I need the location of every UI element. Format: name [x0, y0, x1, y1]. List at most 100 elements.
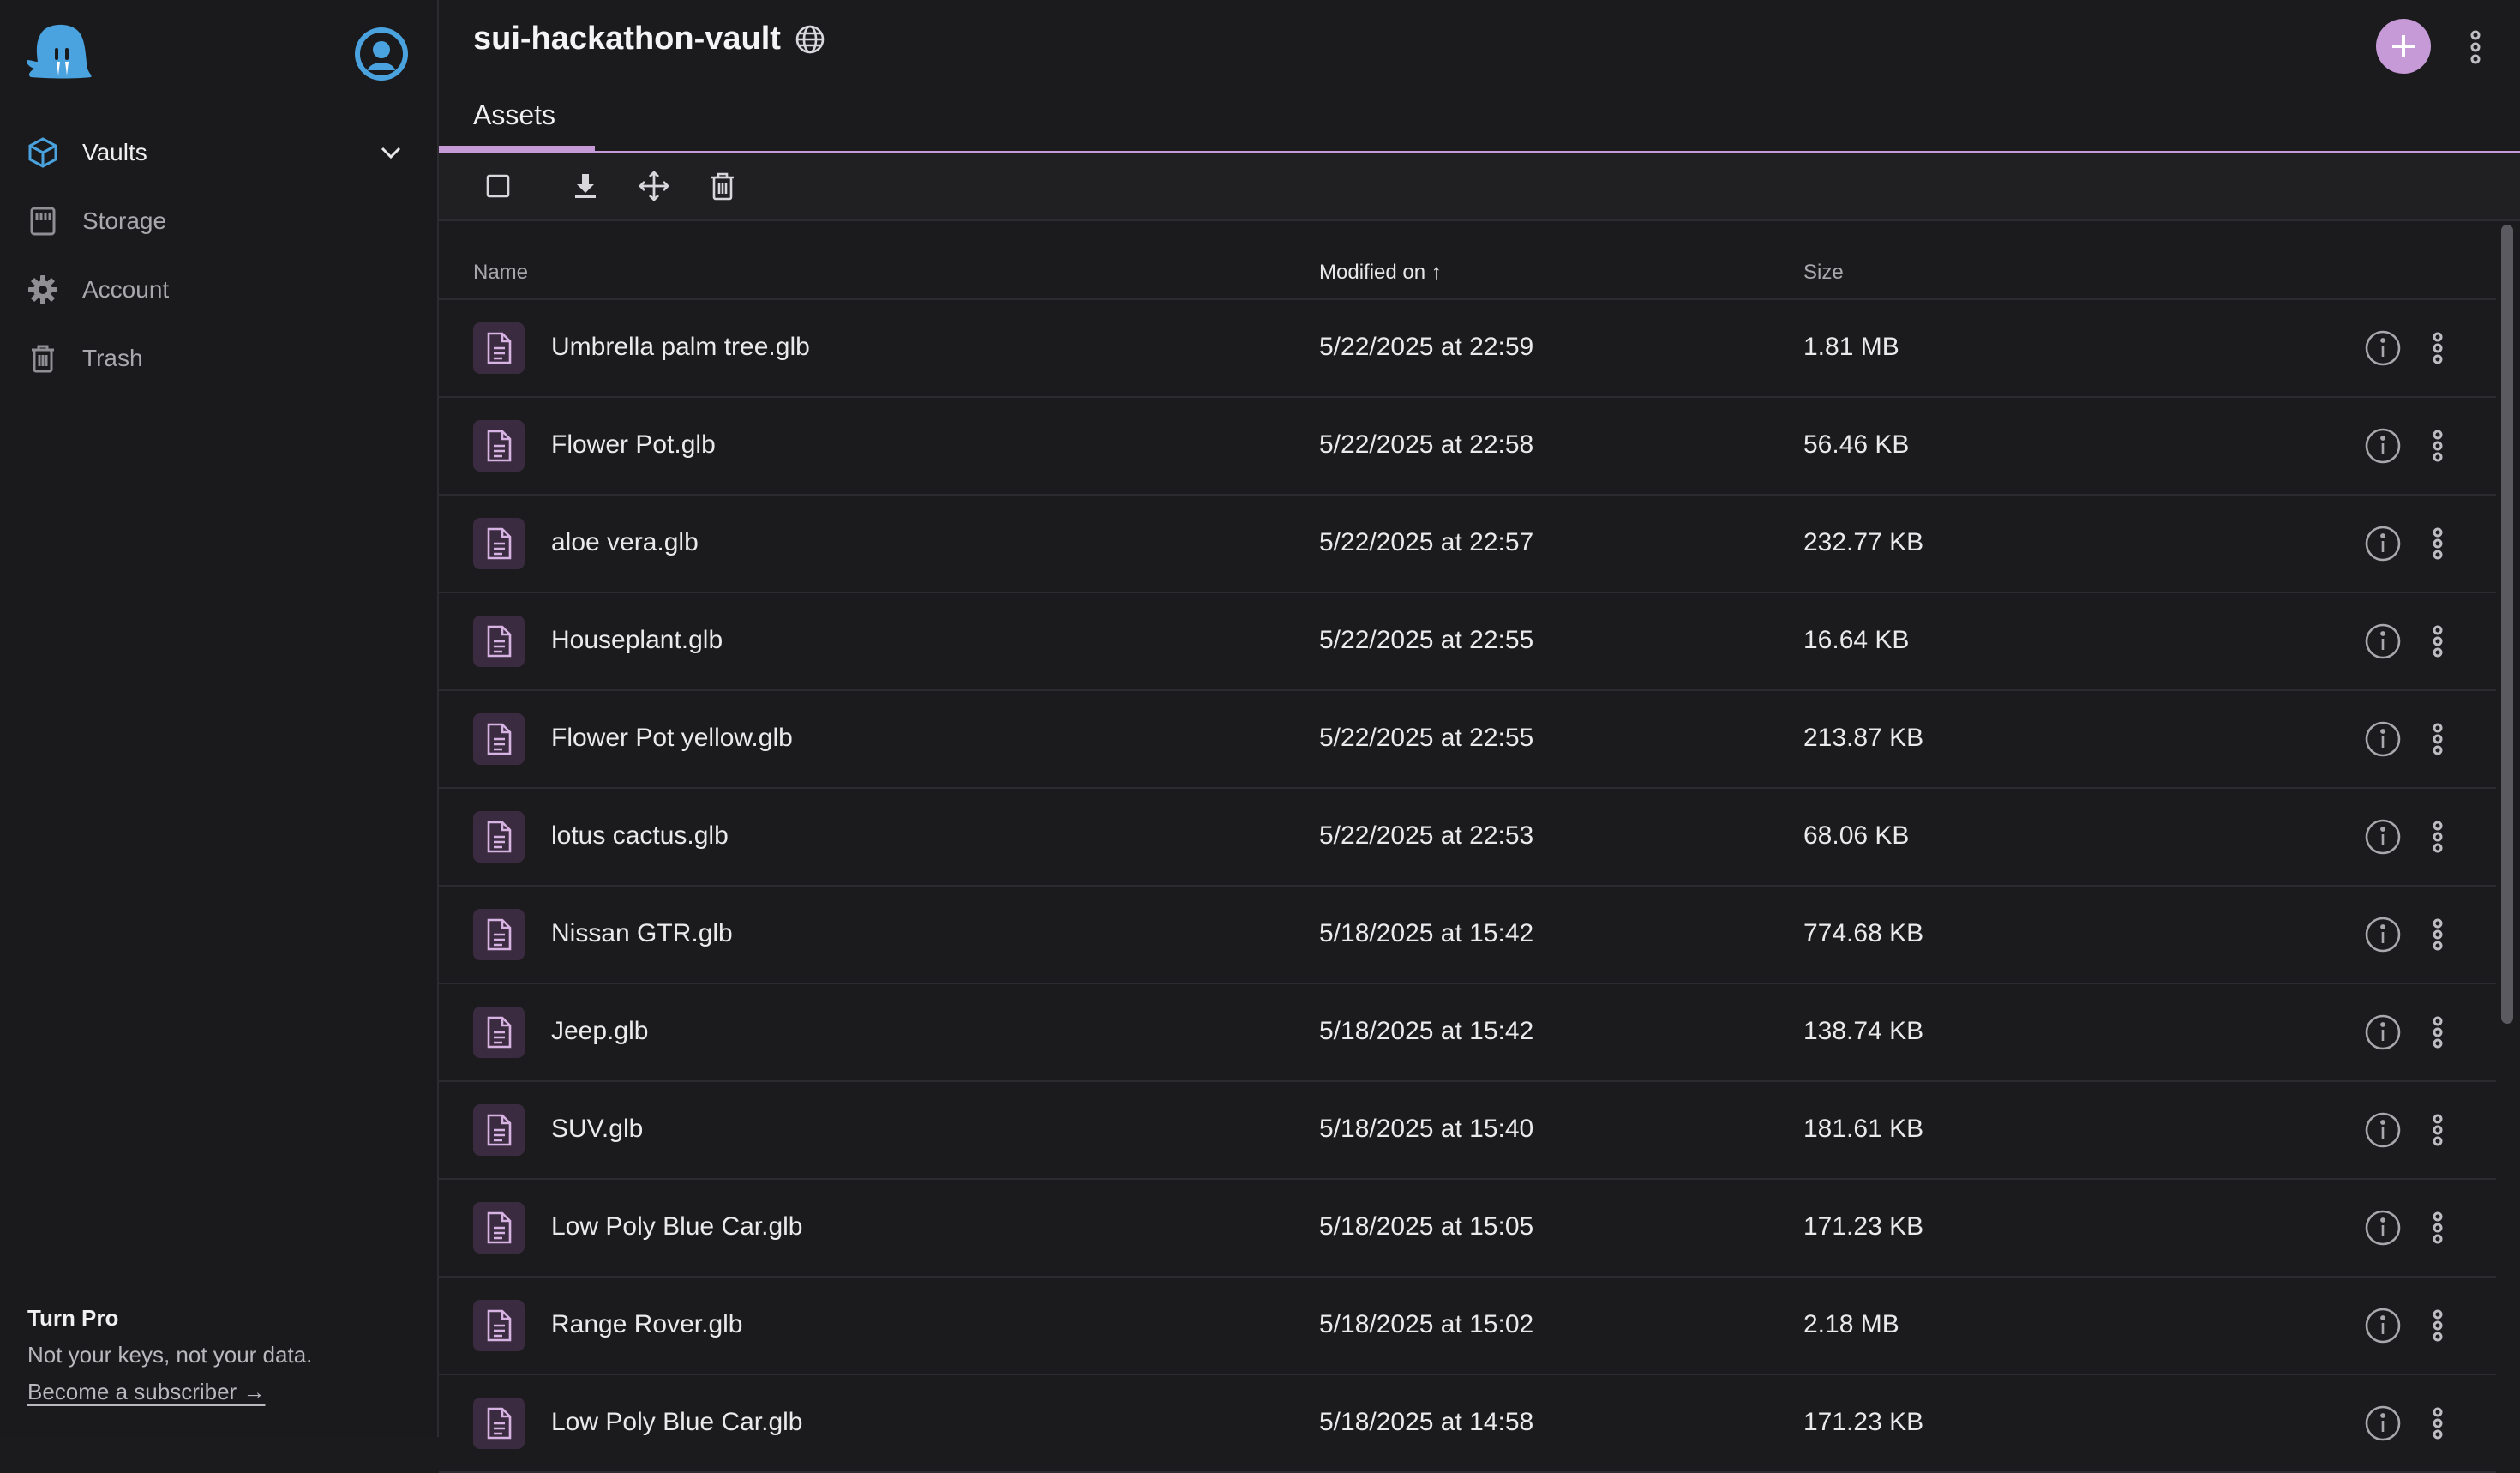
move-icon[interactable]: [638, 170, 670, 202]
file-modified: 5/18/2025 at 15:40: [1319, 1115, 1534, 1143]
info-icon[interactable]: [2364, 1307, 2402, 1344]
row-more-icon[interactable]: [2426, 1404, 2450, 1442]
table-row[interactable]: Nissan GTR.glb 5/18/2025 at 15:42 774.68…: [439, 887, 2496, 984]
info-icon[interactable]: [2364, 1404, 2402, 1442]
file-name[interactable]: Umbrella palm tree.glb: [551, 333, 810, 362]
scrollbar[interactable]: [2501, 225, 2513, 1024]
file-name[interactable]: Range Rover.glb: [551, 1310, 742, 1339]
column-modified-header[interactable]: Modified on ↑: [1319, 261, 1442, 285]
sidebar-item-vaults[interactable]: Vaults: [0, 118, 437, 187]
file-name[interactable]: Flower Pot yellow.glb: [551, 724, 793, 753]
avatar-icon[interactable]: [353, 26, 410, 82]
file-name[interactable]: Low Poly Blue Car.glb: [551, 1212, 803, 1242]
file-size: 56.46 KB: [1803, 430, 1910, 459]
table-header: Name Modified on ↑ Size: [439, 249, 2496, 300]
info-icon[interactable]: [2364, 720, 2402, 758]
subscribe-link[interactable]: Become a subscriber →: [27, 1379, 312, 1405]
info-icon[interactable]: [2364, 1209, 2402, 1247]
gear-icon: [26, 273, 60, 307]
vault-header: sui-hackathon-vault: [473, 21, 825, 57]
info-icon[interactable]: [2364, 427, 2402, 465]
file-modified: 5/18/2025 at 15:02: [1319, 1310, 1534, 1338]
walrus-logo-icon[interactable]: [26, 24, 93, 81]
file-name[interactable]: Low Poly Blue Car.glb: [551, 1408, 803, 1437]
active-tab-indicator: [439, 146, 595, 151]
row-more-icon[interactable]: [2426, 622, 2450, 660]
tab-bar: Assets: [439, 93, 2520, 153]
more-options-icon[interactable]: [2458, 26, 2493, 69]
table-row[interactable]: SUV.glb 5/18/2025 at 15:40 181.61 KB: [439, 1082, 2496, 1180]
row-more-icon[interactable]: [2426, 1013, 2450, 1051]
info-icon[interactable]: [2364, 525, 2402, 562]
row-more-icon[interactable]: [2426, 818, 2450, 856]
file-name[interactable]: lotus cactus.glb: [551, 821, 729, 851]
promo-text: Not your keys, not your data.: [27, 1342, 313, 1368]
info-icon[interactable]: [2364, 1111, 2402, 1149]
row-more-icon[interactable]: [2426, 525, 2450, 562]
trash-icon: [26, 341, 60, 376]
file-size: 774.68 KB: [1803, 919, 1924, 947]
table-row[interactable]: Umbrella palm tree.glb 5/22/2025 at 22:5…: [439, 300, 2496, 398]
chevron-down-icon[interactable]: [375, 137, 406, 168]
plus-icon: [2392, 35, 2415, 57]
trash-icon[interactable]: [706, 170, 739, 202]
row-more-icon[interactable]: [2426, 329, 2450, 367]
info-icon[interactable]: [2364, 329, 2402, 367]
file-name[interactable]: Jeep.glb: [551, 1017, 648, 1046]
cube-icon: [26, 135, 60, 170]
select-all-checkbox[interactable]: [482, 170, 514, 202]
file-name[interactable]: Houseplant.glb: [551, 626, 723, 655]
file-modified: 5/22/2025 at 22:55: [1319, 724, 1534, 752]
table-row[interactable]: Houseplant.glb 5/22/2025 at 22:55 16.64 …: [439, 593, 2496, 691]
file-name[interactable]: SUV.glb: [551, 1115, 643, 1144]
file-icon: [473, 811, 525, 863]
file-modified: 5/22/2025 at 22:57: [1319, 528, 1534, 556]
file-icon: [473, 616, 525, 667]
info-icon[interactable]: [2364, 818, 2402, 856]
table-row[interactable]: Low Poly Blue Car.glb 5/18/2025 at 15:05…: [439, 1180, 2496, 1278]
file-size: 16.64 KB: [1803, 626, 1910, 654]
table-row[interactable]: Flower Pot.glb 5/22/2025 at 22:58 56.46 …: [439, 398, 2496, 496]
sidebar-item-account[interactable]: Account: [0, 256, 437, 324]
add-button[interactable]: [2376, 19, 2431, 74]
file-modified: 5/22/2025 at 22:59: [1319, 333, 1534, 361]
row-more-icon[interactable]: [2426, 1209, 2450, 1247]
sidebar-item-storage[interactable]: Storage: [0, 187, 437, 256]
file-size: 181.61 KB: [1803, 1115, 1924, 1143]
file-icon: [473, 713, 525, 765]
table-row[interactable]: Flower Pot yellow.glb 5/22/2025 at 22:55…: [439, 691, 2496, 789]
file-name[interactable]: aloe vera.glb: [551, 528, 699, 557]
row-more-icon[interactable]: [2426, 720, 2450, 758]
info-icon[interactable]: [2364, 622, 2402, 660]
sidebar-item-label: Trash: [82, 345, 143, 371]
info-icon[interactable]: [2364, 1013, 2402, 1051]
globe-icon[interactable]: [795, 24, 825, 55]
table-row[interactable]: Range Rover.glb 5/18/2025 at 15:02 2.18 …: [439, 1278, 2496, 1375]
table-row[interactable]: Low Poly Blue Car.glb 5/18/2025 at 14:58…: [439, 1375, 2496, 1473]
sidebar-nav: Vaults Storage Account Trash: [0, 118, 437, 393]
promo-title: Turn Pro: [27, 1305, 119, 1331]
file-size: 1.81 MB: [1803, 333, 1899, 361]
bulk-toolbar: [439, 153, 2520, 221]
table-row[interactable]: aloe vera.glb 5/22/2025 at 22:57 232.77 …: [439, 496, 2496, 593]
file-size: 171.23 KB: [1803, 1408, 1924, 1436]
column-name-header[interactable]: Name: [473, 261, 528, 285]
info-icon[interactable]: [2364, 916, 2402, 953]
row-more-icon[interactable]: [2426, 1307, 2450, 1344]
table-row[interactable]: Jeep.glb 5/18/2025 at 15:42 138.74 KB: [439, 984, 2496, 1082]
tab-assets[interactable]: Assets: [473, 99, 555, 131]
file-name[interactable]: Flower Pot.glb: [551, 430, 716, 460]
file-size: 68.06 KB: [1803, 821, 1910, 850]
file-name[interactable]: Nissan GTR.glb: [551, 919, 733, 948]
row-more-icon[interactable]: [2426, 1111, 2450, 1149]
table-row[interactable]: lotus cactus.glb 5/22/2025 at 22:53 68.0…: [439, 789, 2496, 887]
file-icon: [473, 1007, 525, 1058]
row-more-icon[interactable]: [2426, 916, 2450, 953]
file-modified: 5/22/2025 at 22:58: [1319, 430, 1534, 459]
row-more-icon[interactable]: [2426, 427, 2450, 465]
sidebar-item-trash[interactable]: Trash: [0, 324, 437, 393]
download-icon[interactable]: [569, 170, 602, 202]
column-size-header[interactable]: Size: [1803, 261, 1844, 285]
file-list: Umbrella palm tree.glb 5/22/2025 at 22:5…: [439, 300, 2496, 1473]
storage-icon: [26, 204, 60, 238]
